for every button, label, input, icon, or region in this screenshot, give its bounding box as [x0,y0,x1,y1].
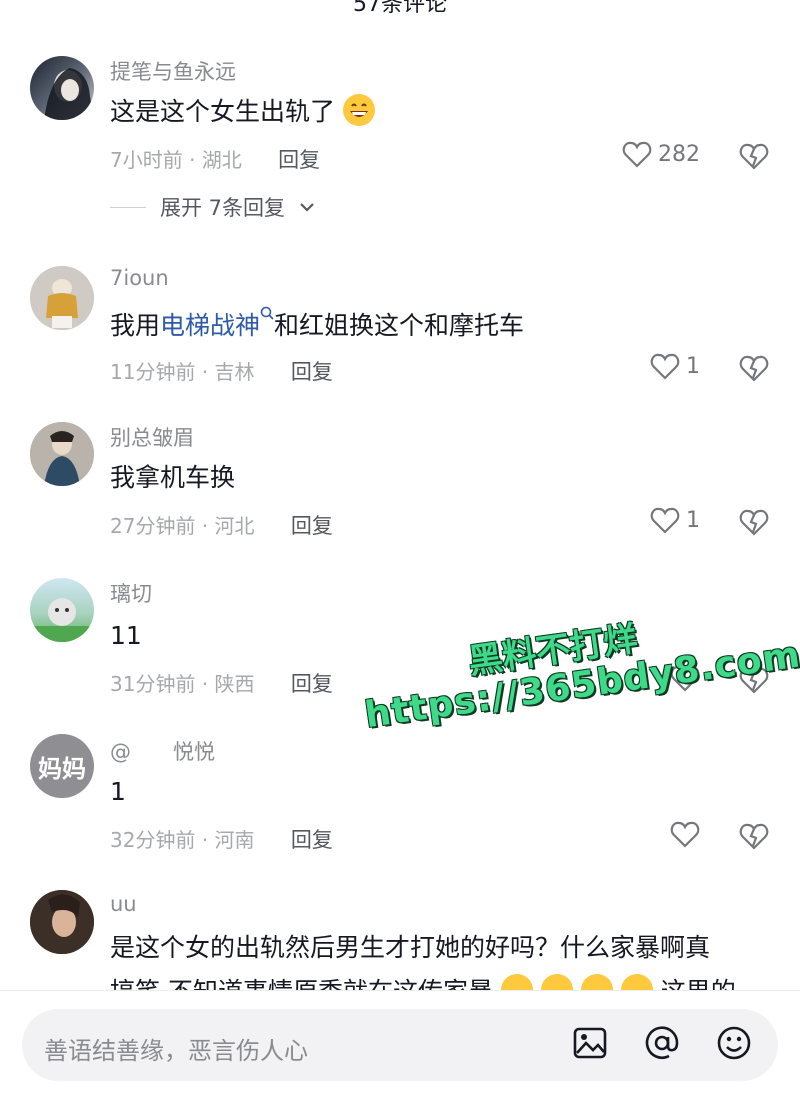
comment-username[interactable]: 7ioun [110,266,169,290]
comment-text: 11 [110,621,142,650]
heart-icon [650,353,680,380]
expand-replies-button[interactable]: 展开 7条回复 [110,192,315,222]
comment-text: 我拿机车换 [110,463,236,492]
emoji-button[interactable] [714,1023,754,1067]
reply-button[interactable]: 回复 [291,672,333,696]
comment-text: 我用电梯战神 和红姐换这个和摩托车 [110,306,524,344]
user-avatar[interactable] [30,56,94,120]
mention-button[interactable] [642,1023,682,1067]
comment-text-post: 和红姐换这个和摩托车 [274,311,525,340]
like-count: 282 [658,141,700,167]
at-mention-icon [645,1026,679,1059]
image-icon [573,1027,607,1059]
comment-input-bar: 善语结善缘，恶言伤人心 [0,990,800,1120]
broken-heart-icon [739,143,769,170]
reply-button[interactable]: 回复 [278,148,320,172]
comment-item: uu 是这个女的出轨然后男生才打她的好吗？什么家暴啊真 搞笑 不知道事情原委就在… [0,888,800,1006]
like-button[interactable] [670,820,700,848]
reply-button[interactable]: 回复 [291,828,333,852]
comment-meta: 7小时前 · 湖北 回复 [110,144,320,174]
comment-time-location: 31分钟前 · 陕西 [110,672,255,696]
heart-icon [670,821,700,848]
comment-time-location: 27分钟前 · 河北 [110,514,255,538]
avatar-figure-icon [30,266,94,330]
avatar-cartoon-icon [30,598,94,642]
avatar-portrait-icon [44,68,94,120]
comment-meta: 31分钟前 · 陕西 回复 [110,668,333,698]
comment-input[interactable]: 善语结善缘，恶言伤人心 [22,1009,778,1081]
user-avatar[interactable] [30,266,94,330]
comment-text: 是这个女的出轨然后男生才打她的好吗？什么家暴啊真 [110,933,711,962]
comment-input-placeholder: 善语结善缘，恶言伤人心 [44,1037,308,1065]
comment-item: 7ioun 我用电梯战神 和红姐换这个和摩托车 11分钟前 · 吉林 回复 1 [0,262,800,402]
dislike-button[interactable] [738,508,770,540]
comment-time-location: 7小时前 · 湖北 [110,148,242,172]
reply-button[interactable]: 回复 [291,514,333,538]
reply-button[interactable]: 回复 [291,360,333,384]
comment-time-location: 11分钟前 · 吉林 [110,360,255,384]
comment-username[interactable]: 璃切 [110,578,152,608]
comment-text-pre: 我用 [110,311,161,340]
heart-icon [650,507,680,534]
comment-text: 1 [110,777,126,806]
expand-divider [110,206,146,208]
comment-username[interactable]: @ 悦悦 [110,736,215,766]
comment-item: 提笔与鱼永远 这是这个女生出轨了 7小时前 · 湖北 回复 282 展开 7条回… [0,50,800,240]
comment-text-body: 这是这个女生出轨了 [110,97,336,126]
comment-username[interactable]: 提笔与鱼永远 [110,56,236,86]
user-avatar[interactable] [30,578,94,642]
user-avatar[interactable]: 妈妈 [30,734,94,798]
grin-emoji-icon [342,94,375,126]
comment-item: 别总皱眉 我拿机车换 27分钟前 · 河北 回复 1 [0,418,800,558]
avatar-text: 妈妈 [38,754,86,783]
user-avatar[interactable] [30,890,94,954]
comment-meta: 27分钟前 · 河北 回复 [110,510,333,540]
dislike-button[interactable] [738,142,770,174]
dislike-button[interactable] [738,822,770,854]
like-button[interactable]: 1 [650,352,700,380]
avatar-portrait-icon [30,890,94,954]
comment-username[interactable]: uu [110,892,137,916]
user-avatar[interactable] [30,422,94,486]
like-button[interactable]: 282 [622,140,700,168]
comment-text: 这是这个女生出轨了 [110,94,375,130]
like-count: 1 [686,353,700,379]
like-count: 1 [686,507,700,533]
broken-heart-icon [739,355,769,382]
comment-time-location: 32分钟前 · 河南 [110,828,255,852]
smiley-icon [717,1026,751,1060]
comment-meta: 32分钟前 · 河南 回复 [110,824,333,854]
comment-username[interactable]: 别总皱眉 [110,422,194,452]
avatar-person-icon [30,422,94,486]
dislike-button[interactable] [738,354,770,386]
search-icon [260,306,274,320]
search-keyword-link[interactable]: 电梯战神 [160,311,260,340]
broken-heart-icon [739,823,769,850]
like-button[interactable]: 1 [650,506,700,534]
chevron-down-icon [300,203,314,212]
heart-icon [622,141,652,168]
comment-meta: 11分钟前 · 吉林 回复 [110,356,333,386]
broken-heart-icon [739,509,769,536]
comments-header-title: 57条评论 [353,0,447,17]
expand-replies-label: 展开 7条回复 [160,196,286,220]
image-picker-button[interactable] [570,1023,610,1067]
